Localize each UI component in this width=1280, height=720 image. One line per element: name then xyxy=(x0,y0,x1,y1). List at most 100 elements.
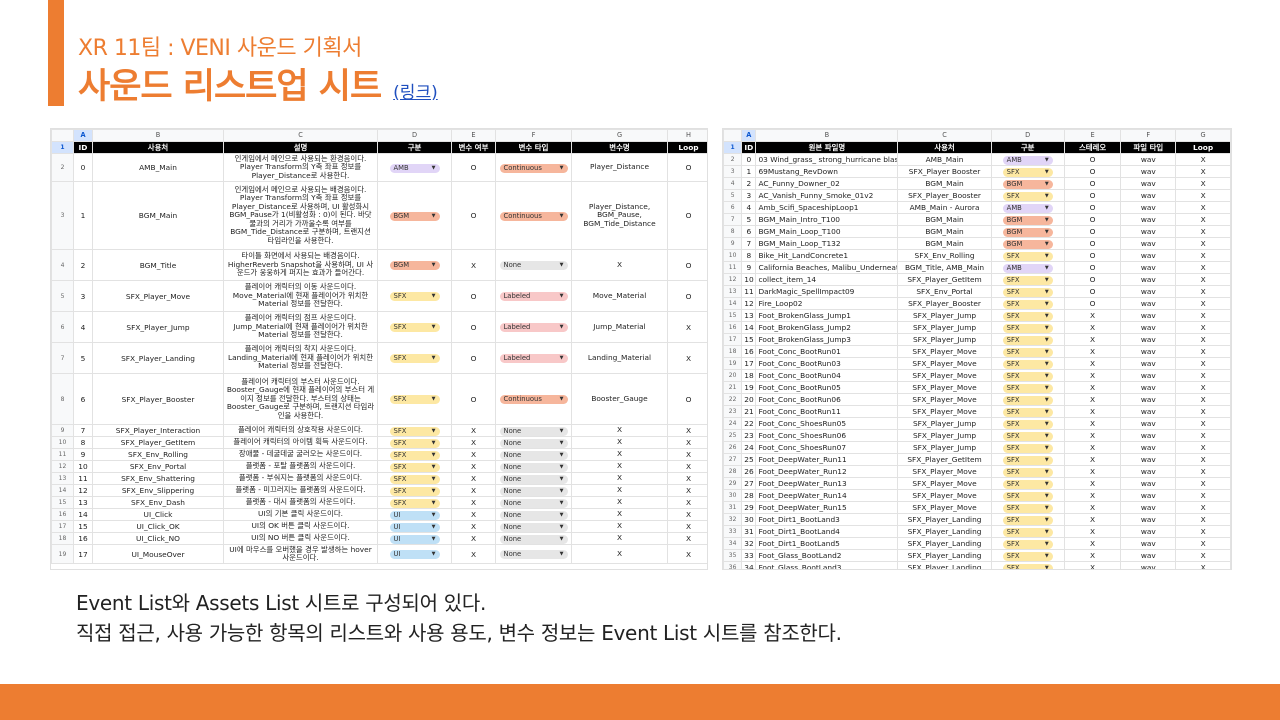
category-chip[interactable]: SFX ▼ xyxy=(1002,323,1053,333)
id-cell[interactable]: 11 xyxy=(741,285,757,298)
column-header[interactable]: Loop xyxy=(667,141,707,154)
id-cell[interactable]: 30 xyxy=(741,513,757,526)
usage-cell[interactable]: SFX_Env_Portal xyxy=(897,285,992,298)
id-cell[interactable]: 18 xyxy=(741,369,757,382)
variable-name-cell[interactable]: X xyxy=(571,520,668,533)
loop-cell[interactable]: X xyxy=(1175,225,1231,238)
id-cell[interactable]: 19 xyxy=(741,381,757,394)
file-type-cell[interactable]: wav xyxy=(1120,489,1177,502)
id-cell[interactable]: 33 xyxy=(741,549,757,562)
usage-cell[interactable]: SFX_Player_Jump xyxy=(897,417,992,430)
id-cell[interactable]: 16 xyxy=(741,345,757,358)
id-cell[interactable]: 15 xyxy=(741,333,757,346)
usage-cell[interactable]: SFX_Player_GetItem xyxy=(897,453,992,466)
column-header[interactable]: ID xyxy=(73,141,93,154)
description-cell[interactable]: 플레이어 캐릭터의 점프 사운드이다. Jump_Material에 현재 플레… xyxy=(223,311,378,343)
category-cell[interactable]: UI ▼ xyxy=(377,532,452,545)
variable-type-cell[interactable]: None ▼ xyxy=(495,484,572,497)
row-number[interactable]: 4 xyxy=(51,249,74,281)
usage-cell[interactable]: SFX_Player_Move xyxy=(897,345,992,358)
usage-cell[interactable]: SFX_Player_Landing xyxy=(897,537,992,550)
file-name-cell[interactable]: BGM_Main_Loop_T100 xyxy=(755,225,899,238)
category-cell[interactable]: SFX ▼ xyxy=(990,417,1065,430)
usage-cell[interactable]: BGM_Main xyxy=(92,181,224,250)
row-number[interactable]: 3 xyxy=(723,165,743,178)
file-type-cell[interactable]: wav xyxy=(1120,429,1177,442)
stereo-cell[interactable]: O xyxy=(1063,237,1122,250)
variable-type-cell[interactable]: None ▼ xyxy=(495,424,572,437)
loop-cell[interactable]: X xyxy=(667,311,707,343)
category-cell[interactable]: AMB ▼ xyxy=(990,201,1065,214)
id-cell[interactable]: 6 xyxy=(73,373,93,425)
category-cell[interactable]: SFX ▼ xyxy=(377,496,452,509)
column-letter[interactable]: H xyxy=(667,129,707,142)
stereo-cell[interactable]: X xyxy=(1063,405,1122,418)
file-type-cell[interactable]: wav xyxy=(1120,381,1177,394)
variable-name-cell[interactable]: X xyxy=(571,460,668,473)
usage-cell[interactable]: SFX_Player_Move xyxy=(897,465,992,478)
file-type-cell[interactable]: wav xyxy=(1120,225,1177,238)
description-cell[interactable]: 인게임에서 메인으로 사용되는 배경음이다. Player Transform의… xyxy=(223,181,378,250)
loop-cell[interactable]: X xyxy=(667,508,707,521)
file-name-cell[interactable]: Foot_BrokenGlass_Jump3 xyxy=(755,333,899,346)
stereo-cell[interactable]: O xyxy=(1063,153,1122,166)
id-cell[interactable]: 22 xyxy=(741,417,757,430)
variable-flag-cell[interactable]: X xyxy=(451,532,496,545)
id-cell[interactable]: 20 xyxy=(741,393,757,406)
category-chip[interactable]: SFX ▼ xyxy=(1002,419,1053,429)
stereo-cell[interactable]: O xyxy=(1063,213,1122,226)
stereo-cell[interactable]: X xyxy=(1063,321,1122,334)
variable-type-cell[interactable]: None ▼ xyxy=(495,544,572,564)
row-number[interactable]: 29 xyxy=(723,477,743,490)
variable-name-cell[interactable]: Jump_Material xyxy=(571,311,668,343)
category-cell[interactable]: BGM ▼ xyxy=(990,177,1065,190)
variable-type-chip[interactable]: Continuous ▼ xyxy=(499,163,568,173)
id-cell[interactable]: 14 xyxy=(73,508,93,521)
usage-cell[interactable]: SFX_Env_Rolling xyxy=(92,448,224,461)
category-chip[interactable]: AMB ▼ xyxy=(1002,263,1053,273)
loop-cell[interactable]: X xyxy=(667,424,707,437)
id-cell[interactable]: 26 xyxy=(741,465,757,478)
category-cell[interactable]: AMB ▼ xyxy=(990,261,1065,274)
id-cell[interactable]: 29 xyxy=(741,501,757,514)
category-cell[interactable]: SFX ▼ xyxy=(377,373,452,425)
file-name-cell[interactable]: Foot_DeepWater_Run11 xyxy=(755,453,899,466)
row-number[interactable]: 2 xyxy=(723,153,743,166)
variable-type-chip[interactable]: None ▼ xyxy=(499,438,568,448)
loop-cell[interactable]: X xyxy=(1175,249,1231,262)
loop-cell[interactable]: X xyxy=(1175,333,1231,346)
variable-type-chip[interactable]: None ▼ xyxy=(499,426,568,436)
variable-flag-cell[interactable]: X xyxy=(451,249,496,281)
loop-cell[interactable]: X xyxy=(667,532,707,545)
stereo-cell[interactable]: X xyxy=(1063,417,1122,430)
usage-cell[interactable]: BGM_Main xyxy=(897,213,992,226)
category-cell[interactable]: SFX ▼ xyxy=(990,189,1065,202)
loop-cell[interactable]: O xyxy=(667,181,707,250)
file-name-cell[interactable]: Foot_Conc_BootRun06 xyxy=(755,393,899,406)
id-cell[interactable]: 1 xyxy=(73,181,93,250)
loop-cell[interactable]: X xyxy=(1175,369,1231,382)
file-name-cell[interactable]: 69Mustang_RevDown xyxy=(755,165,899,178)
usage-cell[interactable]: SFX_Player_Jump xyxy=(897,309,992,322)
usage-cell[interactable]: SFX_Player_Booster xyxy=(897,189,992,202)
loop-cell[interactable]: X xyxy=(1175,501,1231,514)
row-number[interactable]: 9 xyxy=(723,237,743,250)
description-cell[interactable]: 플랫폼 - 미끄러지는 플랫폼의 사운드이다. xyxy=(223,484,378,497)
usage-cell[interactable]: UI_Click_NO xyxy=(92,532,224,545)
category-chip[interactable]: SFX ▼ xyxy=(1002,383,1053,393)
category-cell[interactable]: SFX ▼ xyxy=(377,460,452,473)
variable-flag-cell[interactable]: X xyxy=(451,448,496,461)
usage-cell[interactable]: SFX_Player_Move xyxy=(897,369,992,382)
category-chip[interactable]: SFX ▼ xyxy=(389,450,440,460)
usage-cell[interactable]: SFX_Player_GetItem xyxy=(897,273,992,286)
id-cell[interactable]: 13 xyxy=(73,496,93,509)
loop-cell[interactable]: O xyxy=(667,249,707,281)
stereo-cell[interactable]: O xyxy=(1063,273,1122,286)
sheet-link[interactable]: (링크) xyxy=(393,78,438,103)
category-cell[interactable]: UI ▼ xyxy=(377,508,452,521)
category-chip[interactable]: SFX ▼ xyxy=(389,474,440,484)
loop-cell[interactable]: X xyxy=(667,484,707,497)
usage-cell[interactable]: BGM_Main xyxy=(897,237,992,250)
file-name-cell[interactable]: Foot_BrokenGlass_Jump2 xyxy=(755,321,899,334)
column-letter[interactable]: C xyxy=(223,129,378,142)
